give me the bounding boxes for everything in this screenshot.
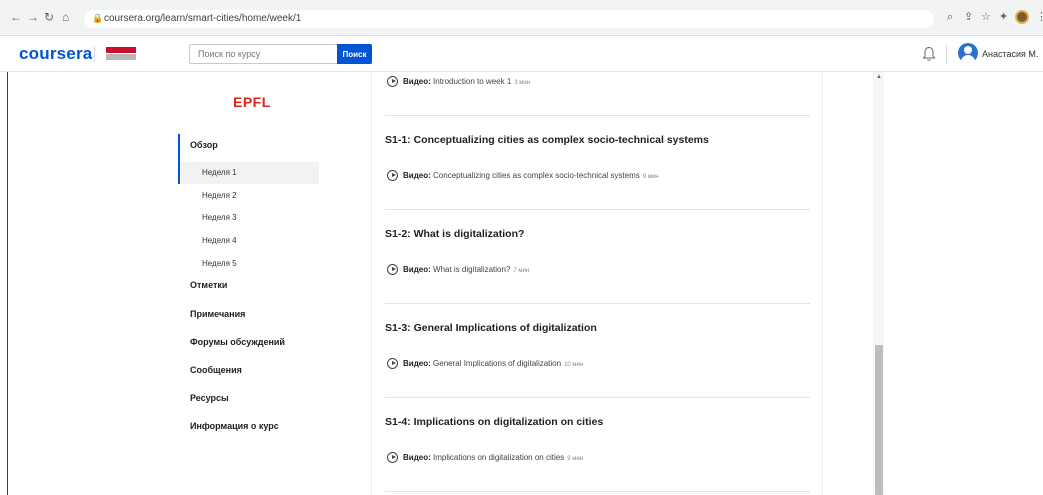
active-indicator — [178, 134, 180, 184]
sidebar-item-week-4[interactable]: Неделя 4 — [202, 236, 237, 245]
sidebar-item-course-info[interactable]: Информация о курс — [190, 421, 279, 431]
avatar-head — [964, 46, 972, 54]
user-avatar-icon[interactable] — [958, 43, 978, 63]
address-bar[interactable]: 🔒 coursera.org/learn/smart-cities/home/w… — [84, 10, 934, 28]
window-edge — [7, 72, 8, 495]
chevron-down-icon[interactable]: ⌄ — [1027, 48, 1034, 57]
partner-logo-band — [106, 54, 136, 60]
course-sidebar: EPFL Обзор Неделя 1 Неделя 2 Неделя 3 Не… — [0, 72, 372, 495]
video-duration: 3 мин — [514, 80, 531, 86]
section-divider — [385, 115, 810, 116]
zoom-icon[interactable]: ⌕ — [947, 11, 953, 23]
coursera-logo[interactable]: coursera — [19, 44, 92, 64]
sidebar-item-week-5[interactable]: Неделя 5 — [202, 259, 237, 268]
share-icon[interactable]: ⇪ — [964, 11, 973, 23]
play-circle-icon — [387, 358, 398, 369]
video-duration: 7 мин — [513, 268, 530, 274]
partner-logo-band — [106, 47, 136, 53]
play-circle-icon — [387, 76, 398, 87]
browser-profile-avatar[interactable] — [1015, 10, 1029, 24]
forward-arrow-icon[interactable]: → — [27, 11, 39, 23]
sidebar-item-overview[interactable]: Обзор — [190, 140, 218, 150]
scrollbar-thumb[interactable] — [875, 345, 883, 495]
notification-bell-icon[interactable] — [922, 46, 936, 62]
section-divider — [385, 303, 810, 304]
sidebar-item-week-2[interactable]: Неделя 2 — [202, 191, 237, 200]
sidebar-item-messages[interactable]: Сообщения — [190, 365, 242, 375]
home-icon[interactable]: ⌂ — [62, 11, 69, 23]
video-title: Introduction to week 1 — [433, 77, 512, 86]
video-title: What is digitalization? — [433, 265, 511, 274]
sidebar-item-week-1[interactable]: Неделя 1 — [202, 168, 237, 177]
sidebar-item-notes[interactable]: Примечания — [190, 309, 245, 319]
browser-toolbar: ← → ↻ ⌂ 🔒 coursera.org/learn/smart-citie… — [0, 0, 1043, 36]
week-content: Видео: Introduction to week 13 мин S1-1:… — [373, 72, 823, 495]
back-arrow-icon[interactable]: ← — [10, 11, 22, 23]
sidebar-item-week-3[interactable]: Неделя 3 — [202, 213, 237, 222]
section-title: S1-4: Implications on digitalization on … — [385, 416, 604, 428]
section-title: S1-2: What is digitalization? — [385, 228, 525, 240]
browser-menu-icon[interactable]: ⋮ — [1036, 11, 1043, 23]
scroll-up-arrow-icon[interactable]: ▲ — [876, 74, 882, 80]
extensions-icon[interactable]: ✦ — [999, 11, 1008, 23]
play-circle-icon — [387, 452, 398, 463]
video-duration: 9 мин — [567, 456, 583, 462]
url-text: coursera.org/learn/smart-cities/home/wee… — [104, 13, 302, 24]
lock-icon: 🔒 — [92, 13, 104, 23]
reload-icon[interactable]: ↻ — [44, 11, 54, 23]
video-title: General Implications of digitalization — [433, 359, 562, 368]
search-button[interactable]: Поиск — [337, 44, 372, 64]
play-circle-icon — [387, 264, 398, 275]
sidebar-item-grades[interactable]: Отметки — [190, 280, 227, 290]
partner-logo-icon[interactable] — [106, 47, 136, 60]
video-title: Implications on digitalization on cities — [433, 453, 565, 462]
play-circle-icon — [387, 170, 398, 181]
epfl-logo[interactable]: EPFL — [233, 94, 271, 110]
avatar-body — [961, 55, 975, 63]
section-divider — [385, 209, 810, 210]
video-title: Conceptualizing cities as complex socio-… — [433, 171, 640, 180]
bookmark-star-icon[interactable]: ☆ — [981, 11, 991, 23]
site-header: coursera Поиск Анастасия М. ⌄ — [0, 36, 1043, 72]
video-duration: 10 мин — [564, 362, 584, 368]
sidebar-item-resources[interactable]: Ресурсы — [190, 393, 229, 403]
logo-divider — [94, 46, 95, 62]
video-duration: 9 мин — [642, 174, 659, 180]
section-divider — [385, 491, 810, 492]
section-title: S1-3: General Implications of digitaliza… — [385, 322, 597, 334]
course-search-input[interactable] — [189, 44, 337, 64]
header-divider — [946, 44, 947, 64]
section-title: S1-1: Conceptualizing cities as complex … — [385, 134, 709, 146]
sidebar-item-forums[interactable]: Форумы обсуждений — [190, 337, 285, 347]
section-divider — [385, 397, 810, 398]
